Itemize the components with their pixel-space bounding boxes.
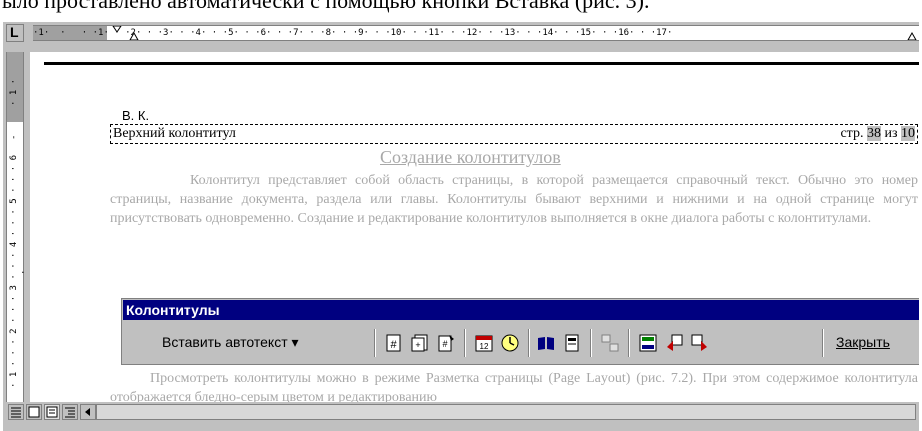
svg-text:+: +	[415, 340, 420, 350]
online-layout-icon	[28, 406, 40, 418]
show-previous-icon[interactable]	[664, 333, 684, 353]
show-next-icon[interactable]	[690, 333, 710, 353]
toolbar-title[interactable]: Колонтитулы	[123, 300, 919, 320]
author-label: В. К.	[122, 108, 150, 123]
page-top-border	[44, 62, 919, 65]
online-layout-button[interactable]	[26, 404, 42, 420]
outline-view-button[interactable]	[62, 404, 78, 420]
page-number-field[interactable]: 38	[866, 126, 881, 141]
format-page-number-icon[interactable]: #	[436, 333, 456, 353]
svg-text:#: #	[390, 339, 397, 351]
toolbar-buttons: Вставить автотекст ▾ # + # 12 Закрыть	[122, 321, 919, 365]
show-hide-text-icon[interactable]	[562, 333, 582, 353]
switch-header-footer-icon[interactable]	[638, 333, 658, 353]
word-window: L ·1· · · ·1· · ·2· · ·3· · ·4· · ·5· · …	[3, 22, 919, 431]
document-paragraph-1: Колонтитул представляет собой область ст…	[110, 173, 918, 226]
view-bar	[6, 403, 919, 421]
ruler-markers	[112, 26, 917, 40]
page-layout-icon	[46, 406, 58, 418]
normal-view-button[interactable]	[8, 404, 24, 420]
document-paragraph-2: Просмотреть колонтитулы можно в режиме Р…	[110, 371, 918, 402]
header-area[interactable]: Верхний колонтитул стр. 38 из 10	[110, 124, 918, 144]
insert-date-icon[interactable]: 12	[474, 333, 494, 353]
insert-page-count-icon[interactable]: +	[410, 333, 430, 353]
vertical-ruler[interactable]: · 1 · - · 1 · · · 2 · · · 3 · · · 4 · · …	[6, 52, 29, 402]
header-footer-toolbar[interactable]: Колонтитулы Вставить автотекст ▾ # + # 1…	[121, 298, 919, 365]
caption-text-strip: ыло проставлено автоматически с помощью …	[0, 0, 922, 18]
caption-text: ыло проставлено автоматически с помощью …	[2, 0, 650, 13]
normal-view-icon	[11, 407, 21, 418]
horizontal-scrollbar[interactable]	[96, 404, 916, 420]
left-indent-marker[interactable]	[129, 31, 139, 40]
page-layout-button[interactable]	[44, 404, 60, 420]
horizontal-ruler[interactable]: ·1· · · ·1· · ·2· · ·3· · ·4· · ·5· · ·6…	[33, 25, 919, 41]
svg-text:12: 12	[480, 342, 489, 351]
header-page-field[interactable]: стр. 38 из 10	[840, 126, 915, 142]
close-toolbar-button[interactable]: Закрыть	[836, 334, 890, 350]
insert-page-number-icon[interactable]: #	[384, 333, 404, 353]
right-indent-marker[interactable]	[907, 31, 917, 40]
page-count-field[interactable]: 10	[901, 126, 915, 141]
arrow-left-icon	[85, 408, 90, 416]
document-title: Создание колонтитулов	[380, 147, 561, 167]
scroll-left-button[interactable]	[80, 404, 96, 420]
insert-time-icon[interactable]	[500, 333, 520, 353]
page-setup-icon[interactable]	[536, 333, 556, 353]
header-left-text[interactable]: Верхний колонтитул	[113, 126, 236, 142]
insert-autotext-button[interactable]: Вставить автотекст ▾	[162, 334, 299, 351]
tab-selector[interactable]: L	[6, 24, 24, 42]
same-as-previous-icon[interactable]	[600, 333, 620, 353]
svg-text:#: #	[442, 339, 447, 349]
first-line-indent-marker[interactable]	[112, 26, 122, 33]
outline-view-icon	[65, 407, 75, 418]
